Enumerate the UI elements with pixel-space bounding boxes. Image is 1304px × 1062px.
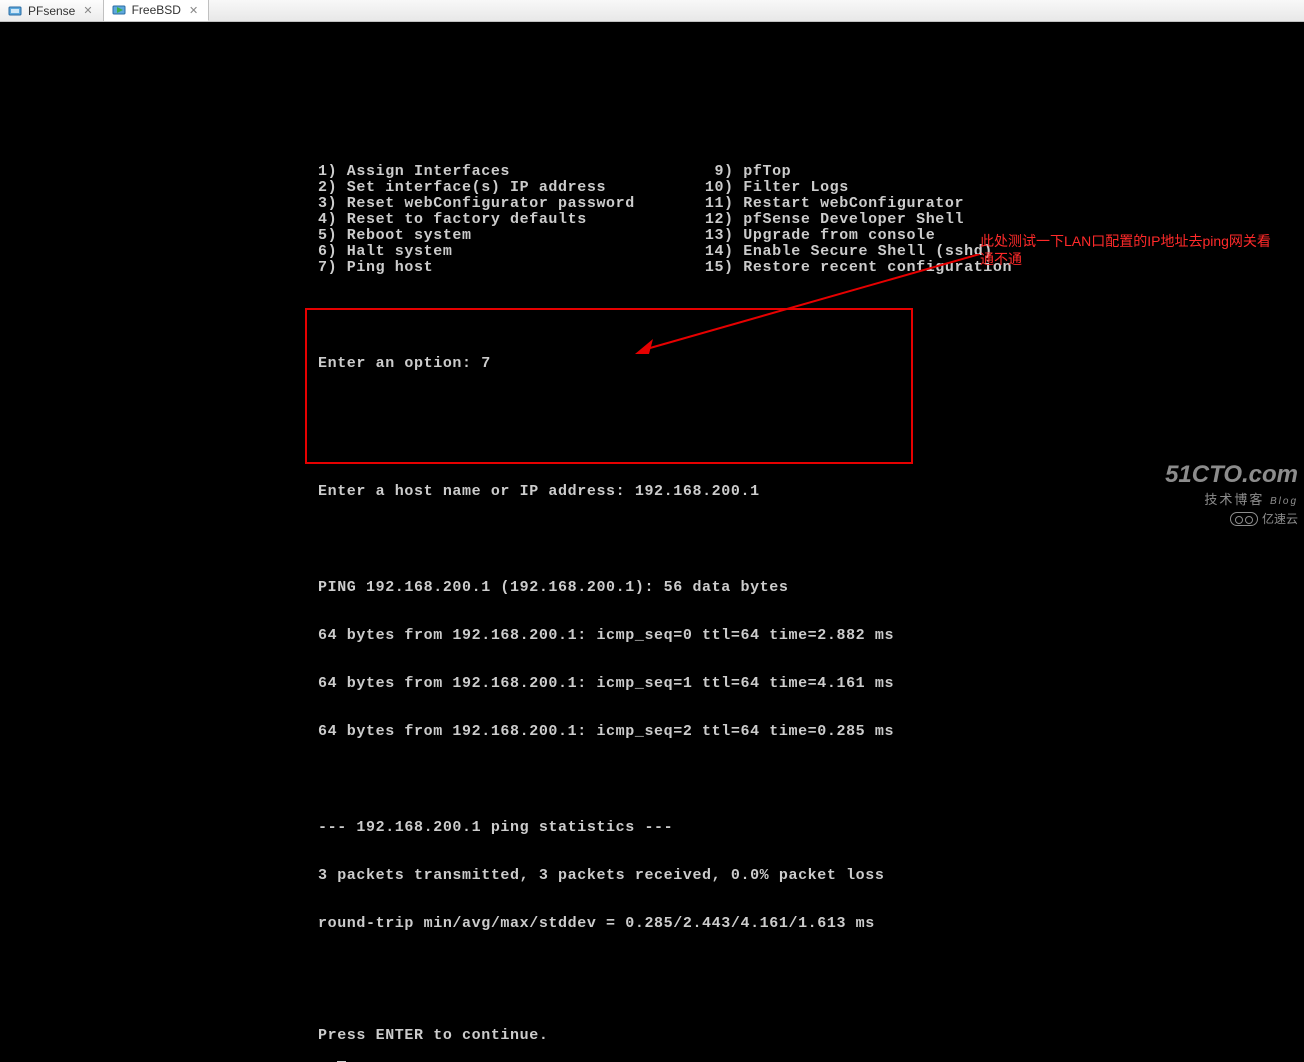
- menu-item: 4) Reset to factory defaults: [318, 212, 635, 228]
- tab-label: PFsense: [28, 4, 75, 18]
- menu-item: 12) pfSense Developer Shell: [705, 212, 1012, 228]
- annotation-text: 此处测试一下LAN口配置的IP地址去ping网关看 通不通: [980, 232, 1300, 268]
- ping-line: 64 bytes from 192.168.200.1: icmp_seq=2 …: [318, 724, 1304, 740]
- prompt-value: 7: [481, 355, 491, 372]
- ping-line: PING 192.168.200.1 (192.168.200.1): 56 d…: [318, 580, 1304, 596]
- ping-stats: --- 192.168.200.1 ping statistics ---: [318, 820, 1304, 836]
- annotation-line: 此处测试一下LAN口配置的IP地址去ping网关看: [980, 232, 1300, 250]
- ping-stats: 3 packets transmitted, 3 packets receive…: [318, 868, 1304, 884]
- tab-bar: PFsense ✕ FreeBSD ✕: [0, 0, 1304, 22]
- option-prompt: Enter an option: 7: [318, 356, 1304, 372]
- menu-item: 15) Restore recent configuration: [705, 260, 1012, 276]
- tab-freebsd[interactable]: FreeBSD ✕: [104, 0, 210, 21]
- console-terminal[interactable]: 1) Assign Interfaces 2) Set interface(s)…: [0, 22, 1304, 531]
- tab-pfsense[interactable]: PFsense ✕: [0, 0, 104, 21]
- tab-label: FreeBSD: [132, 3, 181, 17]
- menu-item: 5) Reboot system: [318, 228, 635, 244]
- menu-item: 7) Ping host: [318, 260, 635, 276]
- close-icon[interactable]: ✕: [187, 4, 200, 17]
- menu-item: 10) Filter Logs: [705, 180, 1012, 196]
- vm-icon: [8, 4, 22, 18]
- prompt-label: Enter an option:: [318, 355, 481, 372]
- menu-item: 3) Reset webConfigurator password: [318, 196, 635, 212]
- menu-item: 6) Halt system: [318, 244, 635, 260]
- ping-line: 64 bytes from 192.168.200.1: icmp_seq=1 …: [318, 676, 1304, 692]
- menu-item: 2) Set interface(s) IP address: [318, 180, 635, 196]
- menu-item: 14) Enable Secure Shell (sshd): [705, 244, 1012, 260]
- menu-item: 1) Assign Interfaces: [318, 164, 635, 180]
- menu-item: 11) Restart webConfigurator: [705, 196, 1012, 212]
- ping-stats: round-trip min/avg/max/stddev = 0.285/2.…: [318, 916, 1304, 932]
- ping-output: Enter a host name or IP address: 192.168…: [318, 452, 1304, 964]
- continue-prompt: Press ENTER to continue.: [318, 1028, 1304, 1044]
- host-prompt-label: Enter a host name or IP address:: [318, 483, 635, 500]
- close-icon[interactable]: ✕: [81, 4, 94, 17]
- menu-item: 13) Upgrade from console: [705, 228, 1012, 244]
- annotation-line: 通不通: [980, 250, 1300, 268]
- text-cursor: [337, 1061, 346, 1062]
- menu-item: 9) pfTop: [705, 164, 1012, 180]
- vm-running-icon: [112, 3, 126, 17]
- host-prompt-value: 192.168.200.1: [635, 483, 760, 500]
- ping-line: 64 bytes from 192.168.200.1: icmp_seq=0 …: [318, 628, 1304, 644]
